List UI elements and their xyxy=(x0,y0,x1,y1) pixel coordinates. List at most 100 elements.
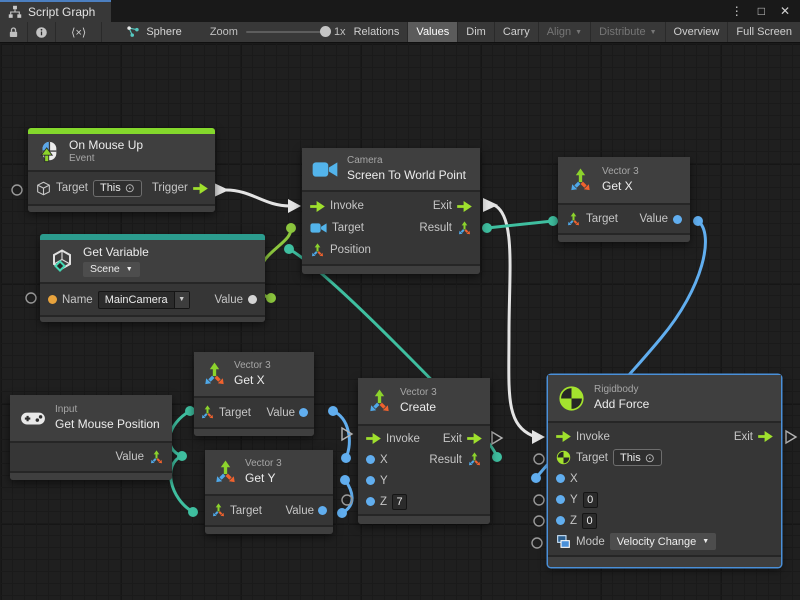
port-row-z: Z 0 xyxy=(548,510,781,531)
graph-canvas[interactable]: On Mouse Up Event Target This ⊙ xyxy=(0,43,800,600)
z-value-field[interactable]: 7 xyxy=(392,494,407,510)
node-title: On Mouse Up xyxy=(69,138,143,153)
x-input-port[interactable] xyxy=(366,455,375,464)
node-title: Get X xyxy=(602,179,639,194)
vector3-icon xyxy=(367,389,392,414)
invoke-input-port[interactable] xyxy=(366,433,381,444)
invoke-input-port[interactable] xyxy=(310,201,325,212)
window-menu-icon[interactable]: ⋮ xyxy=(731,5,743,17)
value-output-port[interactable] xyxy=(318,506,327,515)
node-header: Vector 3 Get X xyxy=(194,352,314,398)
node-category: Rigidbody xyxy=(594,384,649,397)
exit-output-port[interactable] xyxy=(467,433,482,444)
vector3-icon xyxy=(213,460,238,485)
zoom-slider-handle[interactable] xyxy=(320,26,331,37)
y-input-port[interactable] xyxy=(366,476,375,485)
node-screen-to-world-point[interactable]: Camera Screen To World Point Invoke Exit xyxy=(302,148,480,274)
node-footer xyxy=(10,471,172,480)
port-row-target-value: Target Value xyxy=(205,500,333,521)
port-row-target-result: Target Result xyxy=(302,217,480,239)
z-input-port[interactable] xyxy=(556,516,565,525)
info-button[interactable] xyxy=(28,22,56,42)
node-footer xyxy=(194,427,314,436)
rigidbody-icon xyxy=(558,385,585,412)
value-output-port[interactable] xyxy=(673,215,682,224)
x-input-port[interactable] xyxy=(556,474,565,483)
node-get-mouse-position[interactable]: Input Get Mouse Position Value xyxy=(10,395,172,480)
value-output-port[interactable] xyxy=(299,408,308,417)
variable-scope-dropdown[interactable]: Scene ▼ xyxy=(83,262,140,277)
force-mode-dropdown[interactable]: Velocity Change ▼ xyxy=(610,533,716,550)
tab-bar: Script Graph ⋮ □ ✕ xyxy=(0,0,800,22)
z-value-field[interactable]: 0 xyxy=(582,513,597,529)
exit-output-port[interactable] xyxy=(758,431,773,442)
y-value-field[interactable]: 0 xyxy=(583,492,598,508)
vector3-port-icon[interactable] xyxy=(310,243,325,258)
node-category: Vector 3 xyxy=(234,360,271,373)
maximize-icon[interactable]: □ xyxy=(758,5,765,17)
graph-toolbar: ⟨×⟩ Sphere Zoom 1x Relations Values Dim … xyxy=(0,22,800,43)
variable-name-dropdown[interactable]: MainCamera ▼ xyxy=(98,291,190,309)
toolbar-button-relations[interactable]: Relations xyxy=(346,22,409,42)
enum-icon[interactable] xyxy=(556,534,571,549)
node-get-x-mid[interactable]: Vector 3 Get X Target Value xyxy=(194,352,314,436)
object-picker-icon[interactable]: ⊙ xyxy=(125,182,135,194)
graph-name: Sphere xyxy=(146,26,181,38)
toolbar-button-distribute[interactable]: Distribute ▼ xyxy=(591,22,665,42)
trigger-output-port[interactable] xyxy=(193,183,208,194)
code-view-button[interactable]: ⟨×⟩ xyxy=(56,22,102,42)
dropdown-arrow-icon: ▼ xyxy=(650,29,657,36)
node-get-x-top[interactable]: Vector 3 Get X Target Value xyxy=(558,157,690,242)
node-category: Camera xyxy=(347,155,466,168)
node-title: Get Mouse Position xyxy=(55,417,160,432)
camera-port-icon[interactable] xyxy=(310,222,327,234)
tab-script-graph[interactable]: Script Graph xyxy=(0,0,111,22)
toolbar-button-dim[interactable]: Dim xyxy=(458,22,495,42)
node-get-y[interactable]: Vector 3 Get Y Target Value xyxy=(205,450,333,534)
y-input-port[interactable] xyxy=(556,495,565,504)
toolbar-button-overview[interactable]: Overview xyxy=(666,22,729,42)
vector3-port-icon[interactable] xyxy=(149,450,164,465)
zoom-slider[interactable] xyxy=(246,31,326,33)
target-self-chip[interactable]: This ⊙ xyxy=(613,449,662,466)
rigidbody-port-icon[interactable] xyxy=(556,450,571,465)
info-icon xyxy=(35,26,48,39)
gameobject-cube-icon[interactable] xyxy=(36,181,51,196)
node-add-force[interactable]: Rigidbody Add Force Invoke Exit xyxy=(548,375,781,567)
node-footer xyxy=(205,525,333,534)
vector3-port-icon[interactable] xyxy=(211,503,226,518)
node-footer xyxy=(40,315,265,322)
zoom-label: Zoom xyxy=(210,26,238,38)
node-get-variable[interactable]: Get Variable Scene ▼ Name MainCamera ▼ xyxy=(40,234,265,322)
vector3-port-icon[interactable] xyxy=(467,452,482,467)
toolbar-button-carry[interactable]: Carry xyxy=(495,22,539,42)
lock-button[interactable] xyxy=(0,22,28,42)
zoom-value: 1x xyxy=(334,26,346,38)
object-picker-icon[interactable]: ⊙ xyxy=(645,452,655,464)
invoke-input-port[interactable] xyxy=(556,431,571,442)
node-on-mouse-up[interactable]: On Mouse Up Event Target This ⊙ xyxy=(28,128,215,212)
name-input-port[interactable] xyxy=(48,295,57,304)
node-footer xyxy=(358,514,490,524)
unity-visual-scripting-window: Script Graph ⋮ □ ✕ ⟨×⟩ xyxy=(0,0,800,600)
toolbar-button-values[interactable]: Values xyxy=(408,22,458,42)
vector3-port-icon[interactable] xyxy=(200,405,215,420)
target-self-chip[interactable]: This ⊙ xyxy=(93,180,142,197)
vector3-port-icon[interactable] xyxy=(457,221,472,236)
vector3-port-icon[interactable] xyxy=(566,212,581,227)
toolbar-button-fullscreen[interactable]: Full Screen xyxy=(728,22,800,42)
z-input-port[interactable] xyxy=(366,497,375,506)
node-category: Input xyxy=(55,404,160,417)
graph-reference[interactable]: Sphere xyxy=(126,22,181,42)
graph-tab-icon xyxy=(8,5,22,19)
port-row-x-result: X Result xyxy=(358,449,490,470)
port-row-position: Position xyxy=(302,239,480,261)
exit-output-port[interactable] xyxy=(457,201,472,212)
tab-title: Script Graph xyxy=(28,5,95,19)
node-footer xyxy=(302,264,480,274)
value-output-port[interactable] xyxy=(248,295,257,304)
zoom-control: Zoom 1x xyxy=(210,22,346,42)
toolbar-button-align[interactable]: Align ▼ xyxy=(539,22,591,42)
node-create-vector3[interactable]: Vector 3 Create Invoke Exit xyxy=(358,378,490,524)
close-icon[interactable]: ✕ xyxy=(780,5,790,17)
